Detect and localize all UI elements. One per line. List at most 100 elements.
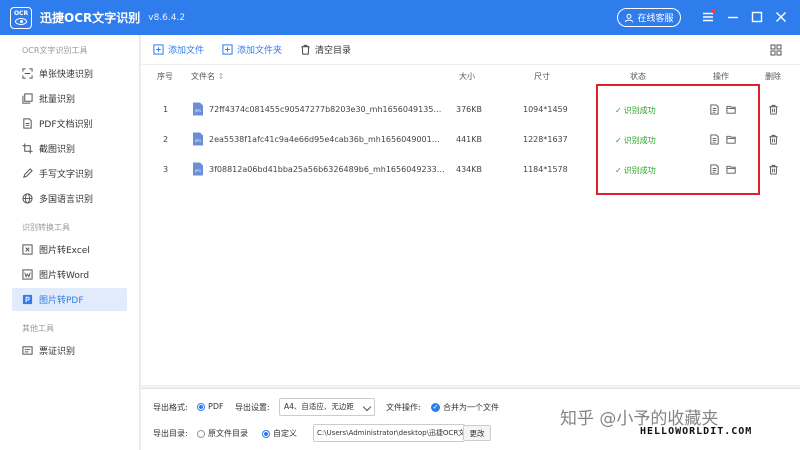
output-path-input[interactable]: C:\Users\Administrator\desktop\迅捷OCR文 <box>313 424 465 442</box>
watermark-site: HELLOWORLDIT.COM <box>640 426 753 437</box>
sidebar-item-label: 票证识别 <box>39 347 76 357</box>
dir-label: 导出目录: <box>153 429 188 438</box>
svg-text:JPG: JPG <box>194 109 201 113</box>
delete-icon[interactable] <box>768 164 779 175</box>
radio-selected <box>262 429 270 438</box>
add-file-button[interactable]: 添加文件 <box>153 43 204 56</box>
sidebar-item-label: 手写文字识别 <box>39 170 94 180</box>
row-index: 1 <box>163 105 169 114</box>
sidebar-item-excel[interactable]: 图片转Excel <box>12 238 127 261</box>
app-logo: OCR <box>10 6 32 29</box>
sidebar-item-word[interactable]: 图片转Word <box>12 263 127 286</box>
format-pdf-radio[interactable]: PDF <box>197 402 224 411</box>
crop-icon <box>22 143 33 154</box>
toolbar: 添加文件 添加文件夹 清空目录 <box>141 35 800 65</box>
user-icon <box>625 13 634 22</box>
online-service-button[interactable]: 在线客服 <box>617 8 681 27</box>
sidebar-item-label: 批量识别 <box>39 95 76 105</box>
notification-dot <box>711 9 715 13</box>
clear-list-label: 清空目录 <box>315 46 352 56</box>
document-icon <box>22 118 33 129</box>
sidebar-item-single[interactable]: 单张快速识别 <box>12 62 127 85</box>
add-file-label: 添加文件 <box>168 46 205 56</box>
pen-icon <box>22 168 33 179</box>
maximize-button[interactable] <box>749 9 765 25</box>
sidebar-item-handwriting[interactable]: 手写文字识别 <box>12 162 127 185</box>
close-button[interactable] <box>773 9 789 25</box>
row-dims: 1228*1637 <box>523 135 568 144</box>
sidebar: OCR文字识别工具 单张快速识别 批量识别 PDF文档识别 截图识别 手写文字识… <box>0 35 140 450</box>
merge-checkbox[interactable]: ✓ 合并为一个文件 <box>431 402 499 413</box>
header-index: 序号 <box>157 72 173 81</box>
row-dims: 1184*1578 <box>523 165 568 174</box>
radio-unselected <box>197 429 205 438</box>
minimize-icon <box>728 16 738 19</box>
online-service-label: 在线客服 <box>637 14 674 24</box>
header-status: 状态 <box>630 72 646 81</box>
close-icon <box>776 12 786 22</box>
sidebar-item-label: 图片转Word <box>39 271 90 281</box>
row-index: 3 <box>163 165 169 174</box>
title-bar: OCR 迅捷OCR文字识别 v8.6.4.2 在线客服 <box>0 0 800 35</box>
check-icon: ✓ <box>431 403 440 412</box>
add-file-icon <box>153 44 164 55</box>
minimize-button[interactable] <box>725 9 741 25</box>
change-path-button[interactable]: 更改 <box>463 425 491 441</box>
file-op-label: 文件操作: <box>386 403 421 412</box>
dir-custom-label: 自定义 <box>273 429 297 438</box>
format-label: 导出格式: <box>153 403 188 412</box>
excel-icon <box>22 244 33 255</box>
sidebar-item-multilang[interactable]: 多国语言识别 <box>12 187 127 210</box>
dir-original-label: 原文件目录 <box>208 429 248 438</box>
dir-custom-radio[interactable]: 自定义 <box>262 428 297 439</box>
delete-icon[interactable] <box>768 134 779 145</box>
app-title: 迅捷OCR文字识别 <box>40 11 141 25</box>
sidebar-group-other: 其他工具 <box>22 324 54 333</box>
row-size: 434KB <box>456 165 483 174</box>
sidebar-group-convert: 识别转换工具 <box>22 223 70 232</box>
delete-icon[interactable] <box>768 104 779 115</box>
sidebar-item-label: 单张快速识别 <box>39 70 94 80</box>
sidebar-item-pdf[interactable]: 图片转PDF <box>12 288 127 311</box>
header-ops: 操作 <box>713 72 729 81</box>
maximize-icon <box>751 11 763 23</box>
dir-original-radio[interactable]: 原文件目录 <box>197 428 248 439</box>
clear-list-button[interactable]: 清空目录 <box>300 43 351 56</box>
sort-icon: ⇕ <box>217 72 225 81</box>
row-dims: 1094*1459 <box>523 105 568 114</box>
ticket-icon <box>22 345 33 356</box>
sidebar-item-label: 截图识别 <box>39 145 76 155</box>
header-size: 大小 <box>459 72 475 81</box>
add-folder-label: 添加文件夹 <box>237 46 283 56</box>
trash-icon <box>301 44 310 55</box>
merge-label: 合并为一个文件 <box>443 403 499 412</box>
add-folder-button[interactable]: 添加文件夹 <box>222 43 282 56</box>
sidebar-item-batch[interactable]: 批量识别 <box>12 87 127 110</box>
jpg-file-icon: JPG <box>193 162 203 176</box>
highlight-box <box>596 84 760 195</box>
sidebar-item-label: PDF文档识别 <box>39 120 93 130</box>
sidebar-item-ticket[interactable]: 票证识别 <box>12 339 127 362</box>
header-delete: 删除 <box>765 72 781 81</box>
pdf-icon <box>22 294 33 305</box>
grid-view-icon[interactable] <box>770 44 782 56</box>
row-index: 2 <box>163 135 169 144</box>
sidebar-item-screenshot[interactable]: 截图识别 <box>12 137 127 160</box>
radio-selected <box>197 402 205 411</box>
row-filename: 2ea5538f1afc41c9a4e66d95e4cab36b_mh16560… <box>209 135 440 144</box>
sidebar-item-label: 多国语言识别 <box>39 195 94 205</box>
jpg-file-icon: JPG <box>193 132 203 146</box>
word-icon <box>22 269 33 280</box>
scan-icon <box>22 68 33 79</box>
header-dims: 尺寸 <box>534 72 550 81</box>
menu-button[interactable] <box>700 9 716 25</box>
sidebar-item-pdf-doc[interactable]: PDF文档识别 <box>12 112 127 135</box>
chevron-down-icon <box>362 402 372 412</box>
row-filename: 3f08812a06bd41bba25a56b6326489b6_mh16560… <box>209 165 445 174</box>
format-value: PDF <box>208 402 224 411</box>
output-path-value: C:\Users\Administrator\desktop\迅捷OCR文 <box>317 429 465 437</box>
export-settings-select[interactable]: A4、自适应、无边距 <box>279 398 375 416</box>
sidebar-item-label: 图片转Excel <box>39 246 90 256</box>
header-filename[interactable]: 文件名 ⇕ <box>191 71 224 82</box>
row-size: 376KB <box>456 105 483 114</box>
